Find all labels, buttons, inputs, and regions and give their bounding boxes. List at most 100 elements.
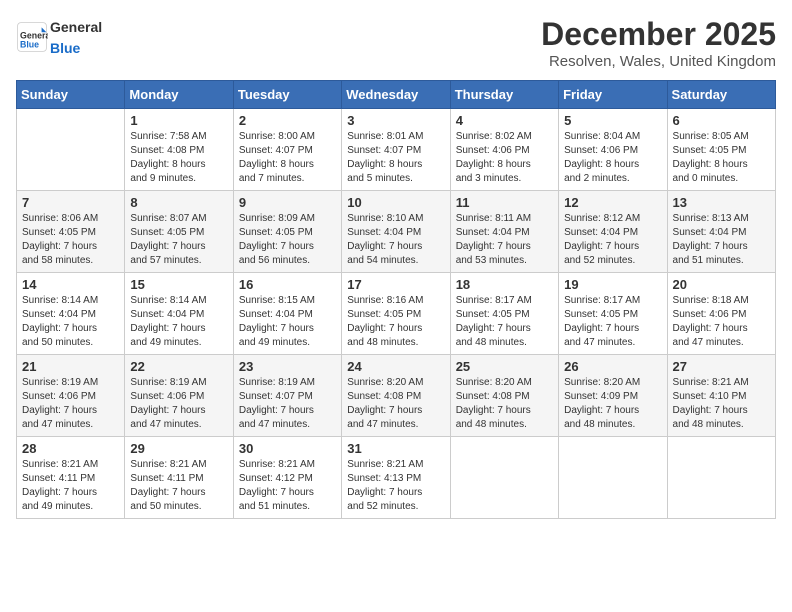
calendar-cell: 22 Sunrise: 8:19 AM Sunset: 4:06 PM Dayli… bbox=[125, 355, 233, 437]
calendar-cell bbox=[17, 109, 125, 191]
day-number: 18 bbox=[456, 277, 553, 292]
calendar-cell bbox=[559, 437, 667, 519]
day-info: Sunrise: 8:17 AM Sunset: 4:05 PM Dayligh… bbox=[456, 294, 553, 350]
calendar-cell: 27Sunrise: 8:21 AM Sunset: 4:10 PM Dayli… bbox=[667, 355, 775, 437]
day-number: 31 bbox=[347, 441, 444, 456]
calendar-cell: 18 Sunrise: 8:17 AM Sunset: 4:05 PM Dayli… bbox=[450, 273, 558, 355]
day-info: Sunrise: 8:05 AM Sunset: 4:05 PM Dayligh… bbox=[673, 130, 770, 186]
day-number: 2 bbox=[239, 113, 336, 128]
calendar-cell: 11 Sunrise: 8:11 AM Sunset: 4:04 PM Dayli… bbox=[450, 191, 558, 273]
day-number: 9 bbox=[239, 195, 336, 210]
calendar-cell bbox=[450, 437, 558, 519]
day-number: 25 bbox=[456, 359, 553, 374]
svg-text:Blue: Blue bbox=[20, 39, 39, 49]
calendar-cell: 26 Sunrise: 8:20 AM Sunset: 4:09 PM Dayli… bbox=[559, 355, 667, 437]
calendar-cell: 15Sunrise: 8:14 AM Sunset: 4:04 PM Dayli… bbox=[125, 273, 233, 355]
title-block: December 2025 Resolven, Wales, United Ki… bbox=[541, 16, 776, 70]
logo-general: General bbox=[50, 19, 102, 35]
day-number: 14 bbox=[22, 277, 119, 292]
day-info: Sunrise: 8:21 AM Sunset: 4:13 PM Dayligh… bbox=[347, 458, 444, 514]
logo-icon: General Blue bbox=[16, 21, 48, 53]
day-number: 5 bbox=[564, 113, 661, 128]
calendar-cell: 8Sunrise: 8:07 AM Sunset: 4:05 PM Daylig… bbox=[125, 191, 233, 273]
day-header-sunday: Sunday bbox=[17, 81, 125, 109]
calendar-header-row: SundayMondayTuesdayWednesdayThursdayFrid… bbox=[17, 81, 776, 109]
calendar-cell: 10 Sunrise: 8:10 AM Sunset: 4:04 PM Dayli… bbox=[342, 191, 450, 273]
day-header-friday: Friday bbox=[559, 81, 667, 109]
calendar-cell: 14 Sunrise: 8:14 AM Sunset: 4:04 PM Dayli… bbox=[17, 273, 125, 355]
calendar-cell: 9 Sunrise: 8:09 AM Sunset: 4:05 PM Daylig… bbox=[233, 191, 341, 273]
calendar-week-1: 1Sunrise: 7:58 AM Sunset: 4:08 PM Daylig… bbox=[17, 109, 776, 191]
day-info: Sunrise: 8:14 AM Sunset: 4:04 PM Dayligh… bbox=[22, 294, 119, 350]
calendar-cell: 12 Sunrise: 8:12 AM Sunset: 4:04 PM Dayli… bbox=[559, 191, 667, 273]
calendar-cell: 20Sunrise: 8:18 AM Sunset: 4:06 PM Dayli… bbox=[667, 273, 775, 355]
calendar-cell: 31 Sunrise: 8:21 AM Sunset: 4:13 PM Dayli… bbox=[342, 437, 450, 519]
calendar-cell: 21 Sunrise: 8:19 AM Sunset: 4:06 PM Dayli… bbox=[17, 355, 125, 437]
day-info: Sunrise: 8:00 AM Sunset: 4:07 PM Dayligh… bbox=[239, 130, 336, 186]
calendar-week-3: 14 Sunrise: 8:14 AM Sunset: 4:04 PM Dayli… bbox=[17, 273, 776, 355]
day-header-saturday: Saturday bbox=[667, 81, 775, 109]
day-info: Sunrise: 8:21 AM Sunset: 4:11 PM Dayligh… bbox=[130, 458, 227, 514]
day-info: Sunrise: 8:09 AM Sunset: 4:05 PM Dayligh… bbox=[239, 212, 336, 268]
day-info: Sunrise: 8:12 AM Sunset: 4:04 PM Dayligh… bbox=[564, 212, 661, 268]
day-number: 22 bbox=[130, 359, 227, 374]
day-info: Sunrise: 8:06 AM Sunset: 4:05 PM Dayligh… bbox=[22, 212, 119, 268]
day-info: Sunrise: 8:17 AM Sunset: 4:05 PM Dayligh… bbox=[564, 294, 661, 350]
day-info: Sunrise: 8:15 AM Sunset: 4:04 PM Dayligh… bbox=[239, 294, 336, 350]
day-info: Sunrise: 8:20 AM Sunset: 4:08 PM Dayligh… bbox=[456, 376, 553, 432]
day-info: Sunrise: 8:19 AM Sunset: 4:06 PM Dayligh… bbox=[22, 376, 119, 432]
day-number: 23 bbox=[239, 359, 336, 374]
day-number: 26 bbox=[564, 359, 661, 374]
day-header-tuesday: Tuesday bbox=[233, 81, 341, 109]
day-number: 6 bbox=[673, 113, 770, 128]
calendar-cell: 7 Sunrise: 8:06 AM Sunset: 4:05 PM Daylig… bbox=[17, 191, 125, 273]
day-info: Sunrise: 8:14 AM Sunset: 4:04 PM Dayligh… bbox=[130, 294, 227, 350]
day-number: 13 bbox=[673, 195, 770, 210]
calendar-cell: 19 Sunrise: 8:17 AM Sunset: 4:05 PM Dayli… bbox=[559, 273, 667, 355]
calendar-cell: 4 Sunrise: 8:02 AM Sunset: 4:06 PM Daylig… bbox=[450, 109, 558, 191]
day-number: 11 bbox=[456, 195, 553, 210]
calendar-cell: 1Sunrise: 7:58 AM Sunset: 4:08 PM Daylig… bbox=[125, 109, 233, 191]
calendar-cell: 23Sunrise: 8:19 AM Sunset: 4:07 PM Dayli… bbox=[233, 355, 341, 437]
day-info: Sunrise: 8:11 AM Sunset: 4:04 PM Dayligh… bbox=[456, 212, 553, 268]
day-info: Sunrise: 8:21 AM Sunset: 4:11 PM Dayligh… bbox=[22, 458, 119, 514]
location: Resolven, Wales, United Kingdom bbox=[541, 53, 776, 70]
day-info: Sunrise: 8:13 AM Sunset: 4:04 PM Dayligh… bbox=[673, 212, 770, 268]
calendar-cell bbox=[667, 437, 775, 519]
day-header-wednesday: Wednesday bbox=[342, 81, 450, 109]
day-info: Sunrise: 8:10 AM Sunset: 4:04 PM Dayligh… bbox=[347, 212, 444, 268]
calendar-cell: 28Sunrise: 8:21 AM Sunset: 4:11 PM Dayli… bbox=[17, 437, 125, 519]
day-info: Sunrise: 8:01 AM Sunset: 4:07 PM Dayligh… bbox=[347, 130, 444, 186]
calendar-cell: 6 Sunrise: 8:05 AM Sunset: 4:05 PM Daylig… bbox=[667, 109, 775, 191]
day-number: 20 bbox=[673, 277, 770, 292]
day-number: 8 bbox=[130, 195, 227, 210]
day-info: Sunrise: 8:19 AM Sunset: 4:06 PM Dayligh… bbox=[130, 376, 227, 432]
day-number: 12 bbox=[564, 195, 661, 210]
calendar-cell: 5 Sunrise: 8:04 AM Sunset: 4:06 PM Daylig… bbox=[559, 109, 667, 191]
day-number: 16 bbox=[239, 277, 336, 292]
day-info: Sunrise: 8:16 AM Sunset: 4:05 PM Dayligh… bbox=[347, 294, 444, 350]
day-number: 10 bbox=[347, 195, 444, 210]
day-number: 27 bbox=[673, 359, 770, 374]
day-number: 7 bbox=[22, 195, 119, 210]
day-info: Sunrise: 8:20 AM Sunset: 4:08 PM Dayligh… bbox=[347, 376, 444, 432]
logo-blue: Blue bbox=[50, 40, 80, 56]
day-info: Sunrise: 8:20 AM Sunset: 4:09 PM Dayligh… bbox=[564, 376, 661, 432]
calendar-week-2: 7 Sunrise: 8:06 AM Sunset: 4:05 PM Daylig… bbox=[17, 191, 776, 273]
day-number: 3 bbox=[347, 113, 444, 128]
day-info: Sunrise: 8:04 AM Sunset: 4:06 PM Dayligh… bbox=[564, 130, 661, 186]
month-title: December 2025 bbox=[541, 16, 776, 53]
day-number: 24 bbox=[347, 359, 444, 374]
calendar-week-5: 28Sunrise: 8:21 AM Sunset: 4:11 PM Dayli… bbox=[17, 437, 776, 519]
day-info: Sunrise: 8:02 AM Sunset: 4:06 PM Dayligh… bbox=[456, 130, 553, 186]
day-number: 19 bbox=[564, 277, 661, 292]
calendar-cell: 16 Sunrise: 8:15 AM Sunset: 4:04 PM Dayli… bbox=[233, 273, 341, 355]
calendar-cell: 25 Sunrise: 8:20 AM Sunset: 4:08 PM Dayli… bbox=[450, 355, 558, 437]
calendar-cell: 24 Sunrise: 8:20 AM Sunset: 4:08 PM Dayli… bbox=[342, 355, 450, 437]
day-number: 29 bbox=[130, 441, 227, 456]
day-number: 4 bbox=[456, 113, 553, 128]
day-number: 21 bbox=[22, 359, 119, 374]
day-info: Sunrise: 8:21 AM Sunset: 4:12 PM Dayligh… bbox=[239, 458, 336, 514]
day-number: 30 bbox=[239, 441, 336, 456]
logo: General Blue General Blue bbox=[16, 16, 102, 58]
